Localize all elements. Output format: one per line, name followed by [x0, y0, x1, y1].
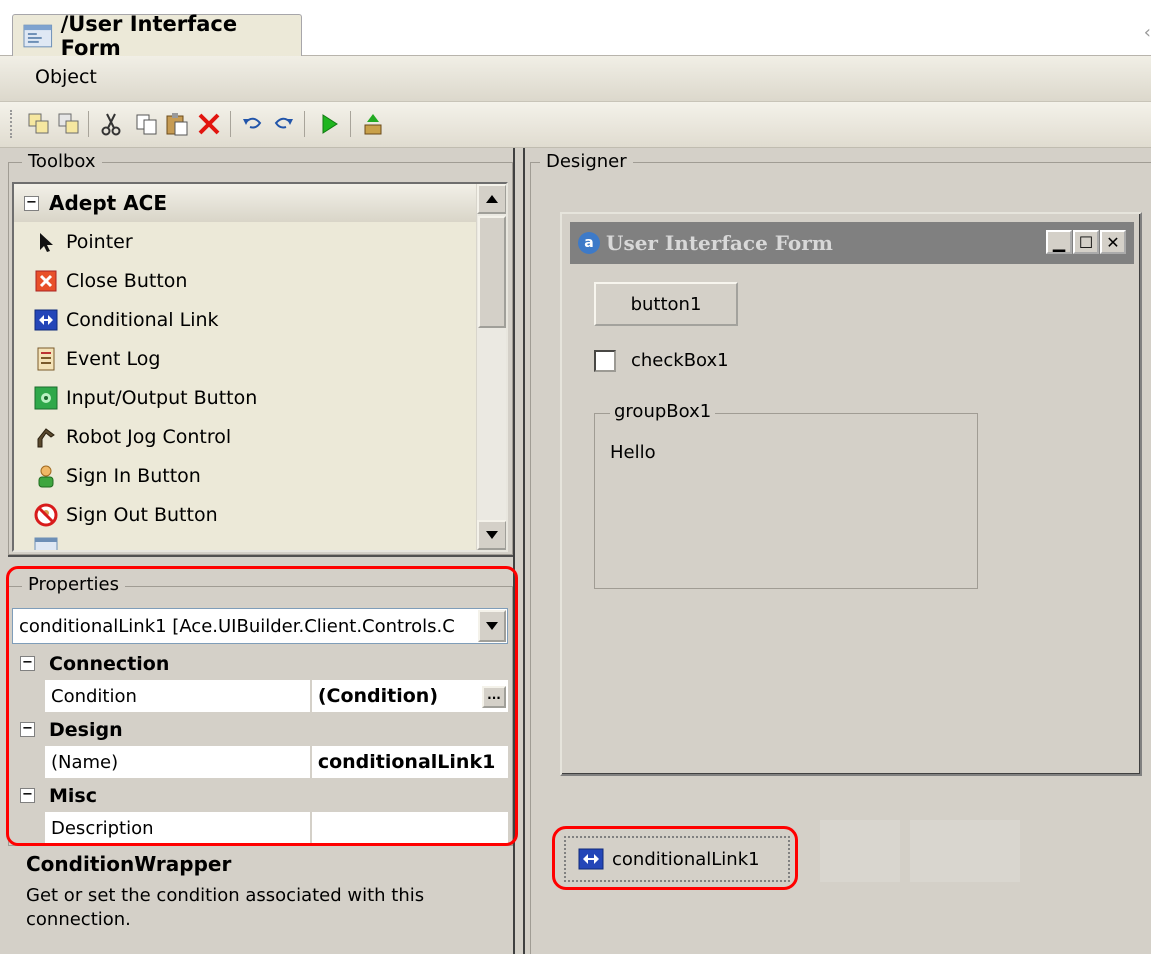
close-button-icon — [35, 270, 57, 291]
toolbox-item-label: Input/Output Button — [66, 386, 258, 409]
component-highlight — [552, 826, 798, 890]
groupbox-text: Hello — [610, 442, 656, 463]
toolbar-separator — [304, 111, 305, 137]
description-title: ConditionWrapper — [26, 852, 232, 876]
conditional-link-icon — [34, 309, 58, 330]
toolbox-category-header[interactable]: − Adept ACE — [14, 184, 506, 222]
redo-icon[interactable] — [270, 111, 296, 137]
copy-icon[interactable] — [134, 111, 160, 137]
toolbox-item-partial[interactable] — [14, 534, 506, 550]
toolbox-item-label: Conditional Link — [66, 308, 219, 331]
toolbox-item-label: Sign In Button — [66, 464, 201, 487]
toolbox-item-sign-in-button[interactable]: Sign In Button — [14, 456, 506, 495]
paste-icon[interactable] — [164, 111, 190, 137]
horizontal-splitter[interactable] — [8, 555, 513, 560]
form-title: User Interface Form — [606, 231, 833, 255]
sign-out-icon — [34, 503, 58, 526]
minimize-icon[interactable]: ▁ — [1046, 230, 1072, 254]
toolbox-item-label: Robot Jog Control — [66, 425, 232, 448]
toolbox-item-robot-jog-control[interactable]: Robot Jog Control — [14, 417, 506, 456]
tab-user-interface-form[interactable]: /User Interface Form — [12, 12, 302, 60]
designer-title: Designer — [540, 151, 633, 172]
toolbox-title: Toolbox — [22, 151, 102, 172]
build-icon[interactable] — [360, 111, 386, 137]
description-text: Get or set the condition associated with… — [26, 885, 425, 930]
toolbox-list: − Adept ACE Pointer Close Button Conditi… — [12, 182, 508, 552]
form-groupbox1[interactable] — [594, 413, 978, 589]
scroll-up-icon[interactable] — [477, 184, 506, 214]
toolbar-separator — [88, 111, 89, 137]
toolbar-separator — [350, 111, 351, 137]
toolbar-grip[interactable] — [10, 110, 13, 138]
maximize-icon[interactable]: ☐ — [1073, 230, 1099, 254]
toolbox-item-label: Close Button — [66, 269, 188, 292]
form-titlebar[interactable]: a User Interface Form ▁ ☐ ✕ — [570, 222, 1134, 264]
document-tabstrip: /User Interface Form ‹ — [0, 0, 1151, 60]
toolbox-category-label: Adept ACE — [49, 191, 168, 215]
toolbox-item-close-button[interactable]: Close Button — [14, 261, 506, 300]
paste-object-icon[interactable] — [56, 111, 82, 137]
toolbox-item-input-output-button[interactable]: Input/Output Button — [14, 378, 506, 417]
toolbar — [0, 102, 1151, 148]
toolbox-item-label: Event Log — [66, 347, 161, 370]
menu-bar: Object — [0, 56, 1151, 102]
tab-title: /User Interface Form — [60, 11, 238, 60]
groupbox-title: groupBox1 — [610, 401, 716, 422]
close-icon[interactable]: ✕ — [1100, 230, 1126, 254]
toolbox-item-pointer[interactable]: Pointer — [14, 222, 506, 261]
menu-object[interactable]: Object — [35, 66, 97, 88]
collapse-icon[interactable]: − — [24, 195, 39, 211]
copy-object-icon[interactable] — [26, 111, 52, 137]
undo-icon[interactable] — [240, 111, 266, 137]
delete-icon[interactable] — [196, 111, 222, 137]
toolbox-item-sign-out-button[interactable]: Sign Out Button — [14, 495, 506, 534]
tray-shadow — [820, 820, 900, 882]
toolbox-item-event-log[interactable]: Event Log — [14, 339, 506, 378]
toolbox-scrollbar[interactable] — [476, 184, 506, 550]
form-checkbox1[interactable] — [594, 350, 616, 372]
sign-in-icon — [38, 465, 54, 487]
toolbox-item-label: Pointer — [66, 230, 133, 253]
pointer-icon — [40, 232, 53, 252]
io-button-icon — [34, 386, 58, 409]
toolbox-item-conditional-link[interactable]: Conditional Link — [14, 300, 506, 339]
robot-jog-icon — [37, 427, 55, 447]
properties-highlight — [6, 566, 518, 846]
scroll-thumb[interactable] — [478, 216, 506, 328]
toolbox-item-label: Sign Out Button — [66, 503, 218, 526]
tab-scroll-icon[interactable]: ‹ — [1144, 22, 1151, 43]
app-logo-icon: a — [578, 232, 600, 254]
event-log-icon — [37, 347, 55, 370]
run-icon[interactable] — [316, 111, 342, 137]
form-display-icon — [34, 537, 58, 550]
tray-shadow — [910, 820, 1020, 882]
cut-icon[interactable] — [98, 111, 124, 137]
toolbar-separator — [230, 111, 231, 137]
form-button1[interactable]: button1 — [594, 282, 738, 326]
scroll-down-icon[interactable] — [477, 520, 506, 550]
form-document-icon — [23, 24, 53, 47]
checkbox-label: checkBox1 — [631, 350, 729, 371]
